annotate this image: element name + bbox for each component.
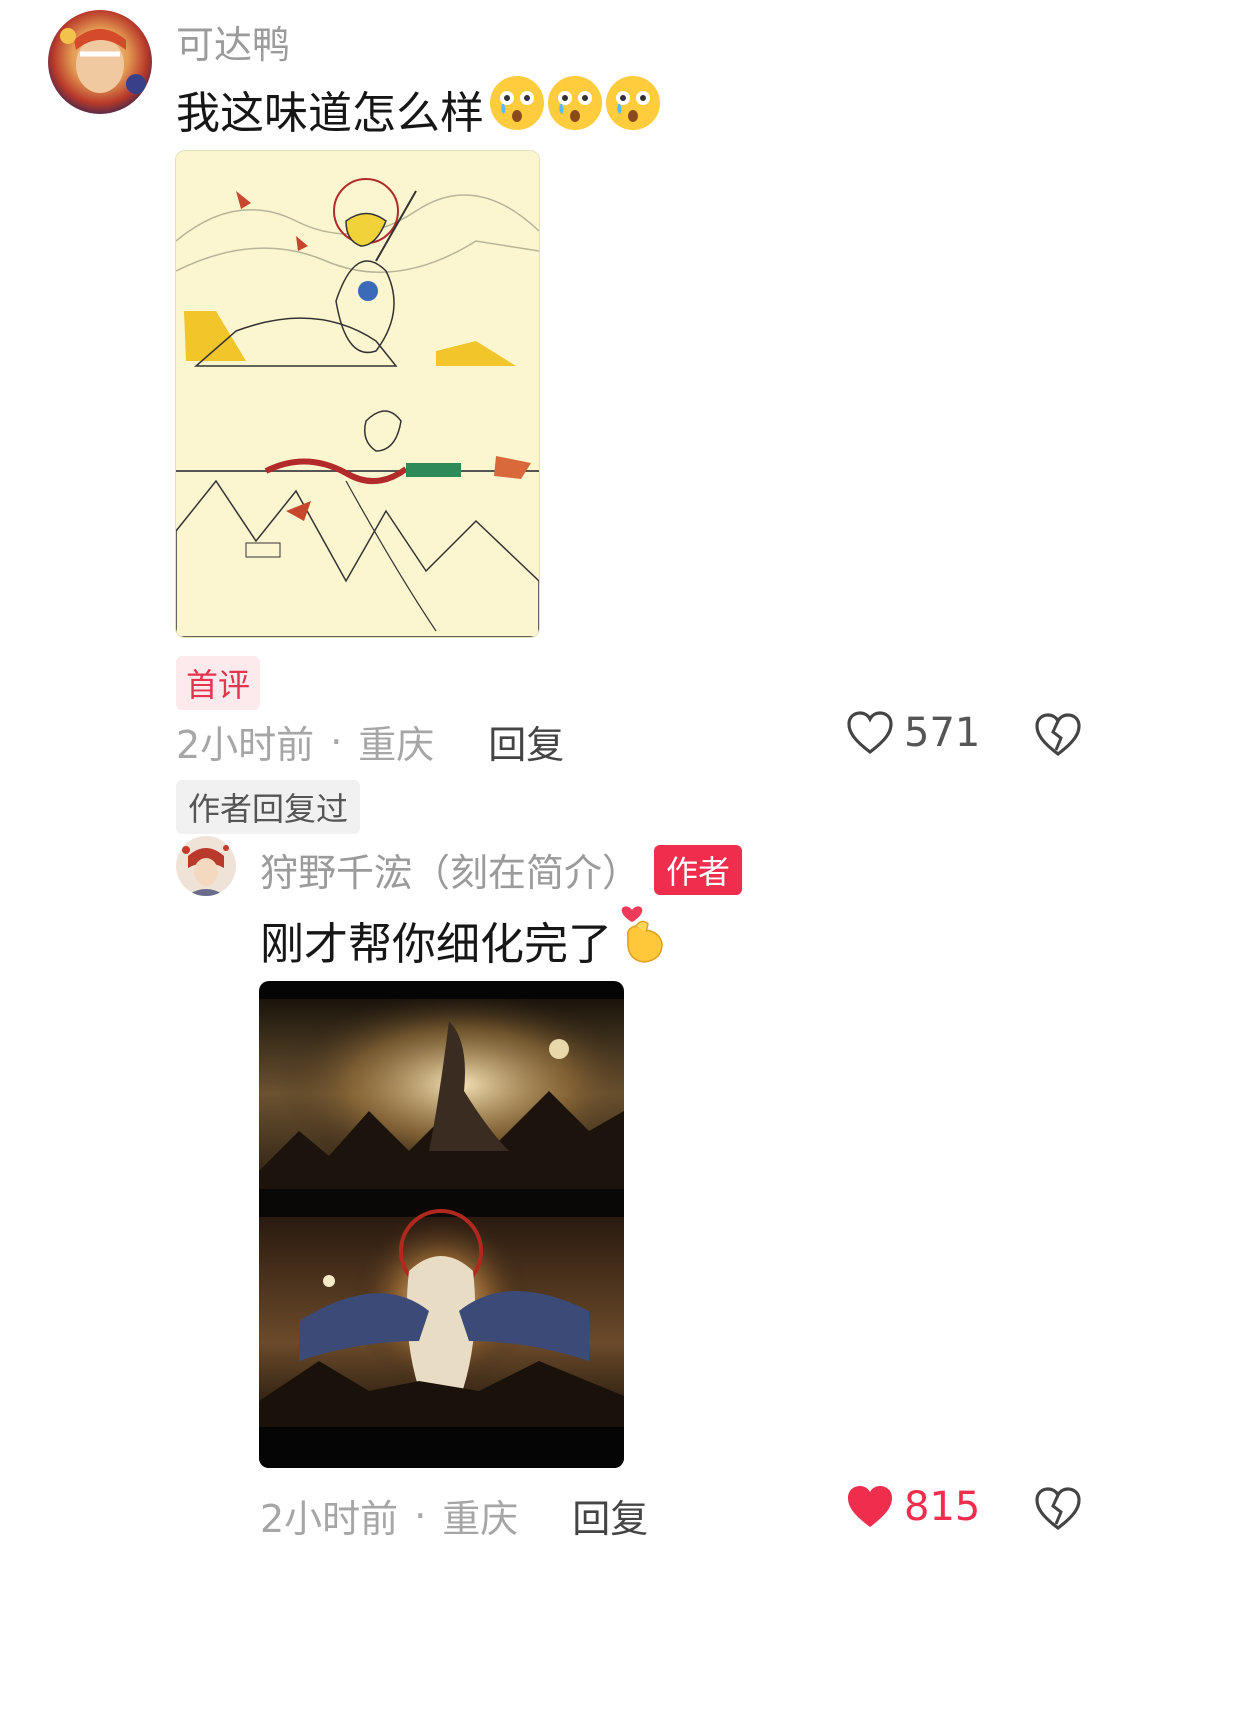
first-comment-badge: 首评 [176, 656, 261, 710]
reply-text-content: 刚才帮你细化完了 [260, 918, 612, 970]
commenter-username[interactable]: 可达鸭 [176, 14, 290, 69]
commenter-avatar[interactable] [48, 10, 152, 114]
crying-face-emoji-icon [488, 74, 546, 143]
replier-avatar[interactable] [176, 836, 236, 896]
replier-username[interactable]: 狩野千浤（刻在简介） [260, 842, 640, 897]
like-count: 571 [904, 710, 981, 756]
meta-separator: · [330, 719, 343, 764]
comment-text: 我这味道怎么样 [176, 74, 662, 143]
comment-meta: 2小时前 · 重庆 回复 [176, 714, 564, 769]
like-button-active[interactable]: 815 [846, 1484, 980, 1530]
reply-time: 2小时前 [260, 1497, 399, 1541]
broken-heart-icon [1034, 712, 1082, 758]
reply-location: 重庆 [442, 1497, 519, 1541]
crying-face-emoji-icon [604, 74, 662, 143]
comment-location: 重庆 [358, 723, 435, 767]
dislike-button[interactable] [1034, 1486, 1082, 1536]
reply-meta: 2小时前 · 重庆 回复 [260, 1488, 648, 1543]
finger-heart-emoji-icon [616, 904, 668, 975]
crying-face-emoji-icon [546, 74, 604, 143]
comment-time: 2小时前 [176, 723, 315, 767]
author-replied-tag[interactable]: 作者回复过 [176, 780, 361, 834]
reply-image-painting[interactable] [259, 981, 624, 1468]
heart-outline-icon [846, 710, 894, 756]
reply-button[interactable]: 回复 [572, 1488, 648, 1543]
comment-text-content: 我这味道怎么样 [176, 87, 484, 139]
broken-heart-icon [1034, 1486, 1082, 1532]
meta-separator: · [414, 1493, 427, 1538]
heart-filled-icon [846, 1484, 894, 1530]
comment-image-sketch[interactable] [175, 150, 540, 638]
like-count: 815 [904, 1484, 981, 1530]
dislike-button[interactable] [1034, 712, 1082, 762]
reply-header: 狩野千浤（刻在简介） 作者 [260, 842, 743, 897]
reply-button[interactable]: 回复 [488, 714, 564, 769]
reply-text: 刚才帮你细化完了 [260, 904, 668, 975]
like-button[interactable]: 571 [846, 710, 980, 756]
author-badge: 作者 [654, 844, 743, 895]
